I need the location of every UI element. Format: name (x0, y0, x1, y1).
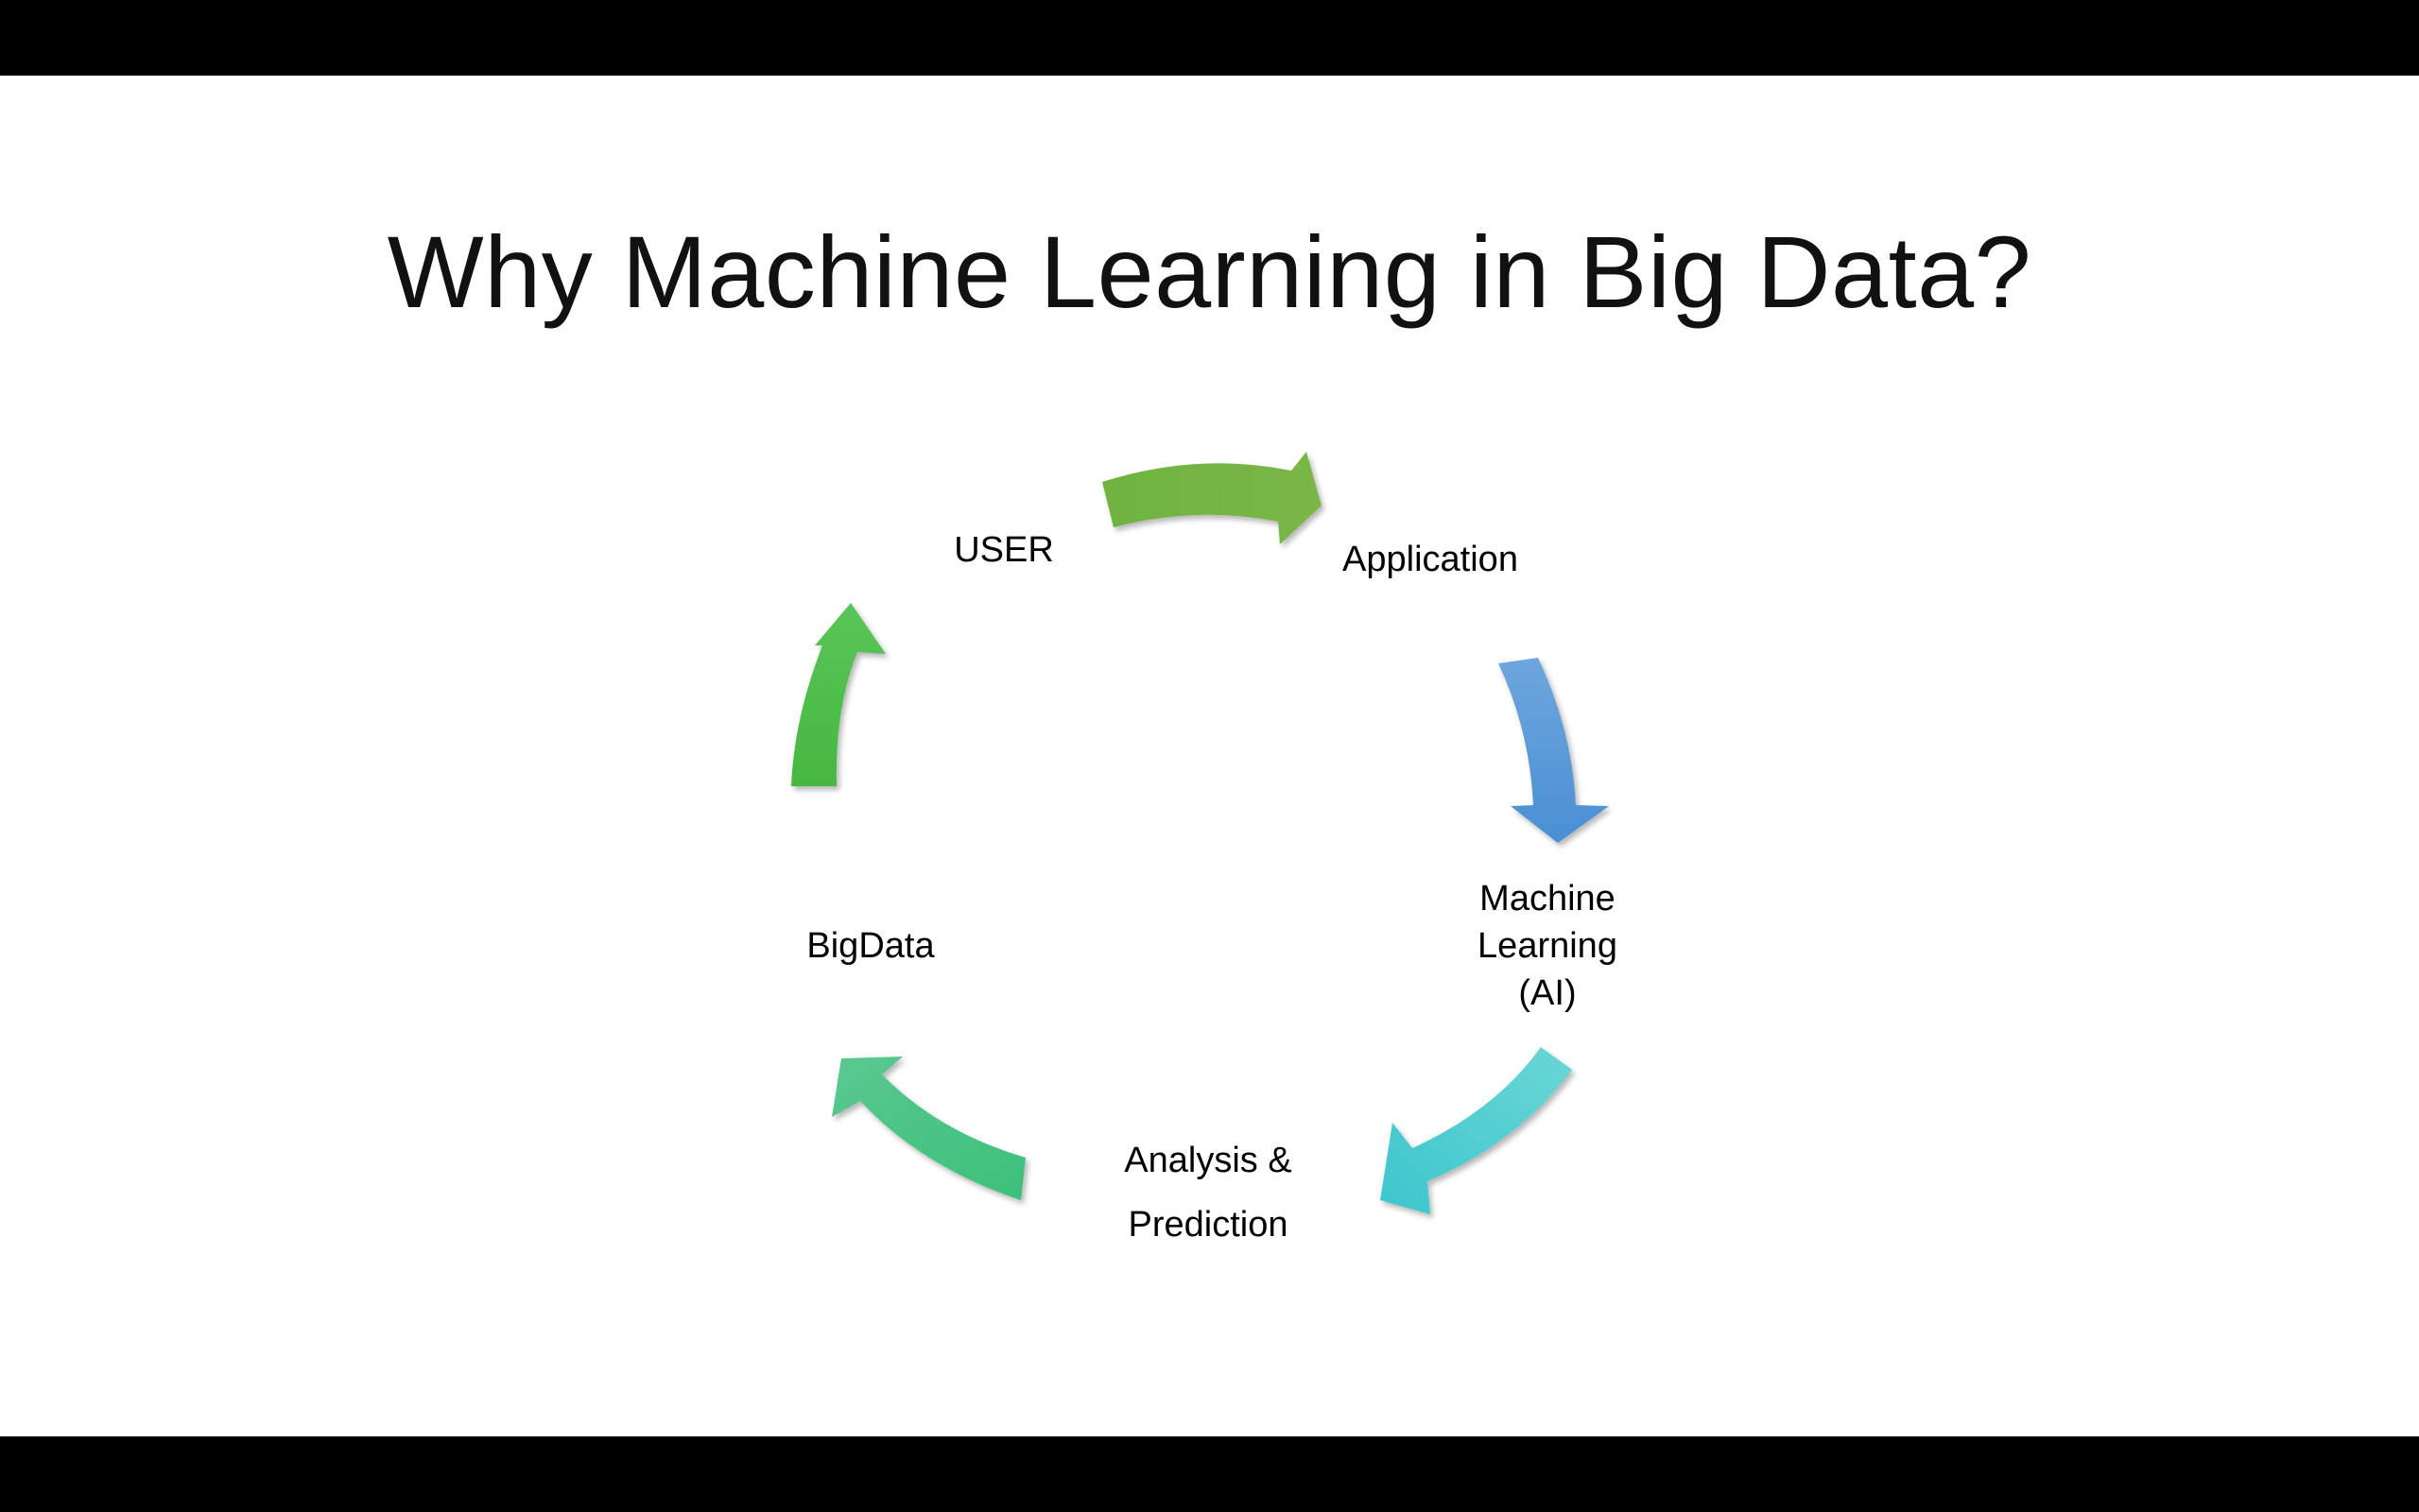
node-ml-line-1: Machine (1479, 879, 1616, 919)
arrow-application-to-ml (1498, 658, 1609, 843)
node-bigdata-label: BigData (806, 926, 935, 966)
node-machine-learning: Machine Learning (AI) (1446, 875, 1649, 1017)
node-application-label: Application (1342, 540, 1518, 579)
node-ml-line-3: (AI) (1518, 973, 1577, 1013)
node-bigdata: BigData (790, 922, 951, 970)
arrow-bigdata-to-user (791, 603, 886, 786)
letterbox-top (0, 0, 2419, 76)
node-application: Application (1322, 536, 1539, 583)
node-user-label: USER (954, 530, 1054, 570)
node-analysis-line-1: Analysis & (1124, 1141, 1292, 1180)
arrow-analysis-to-bigdata (832, 1057, 1026, 1200)
node-analysis-line-2: Prediction (1128, 1205, 1288, 1245)
node-user: USER (947, 526, 1061, 574)
node-ml-line-2: Learning (1477, 926, 1617, 966)
slide: Why Machine Learning in Big Data? USER A… (0, 76, 2419, 1436)
arrow-user-to-application (1102, 452, 1322, 544)
arrow-ml-to-analysis (1380, 1047, 1572, 1214)
letterbox-bottom (0, 1436, 2419, 1512)
node-analysis-prediction: Analysis & Prediction (1099, 1128, 1317, 1257)
